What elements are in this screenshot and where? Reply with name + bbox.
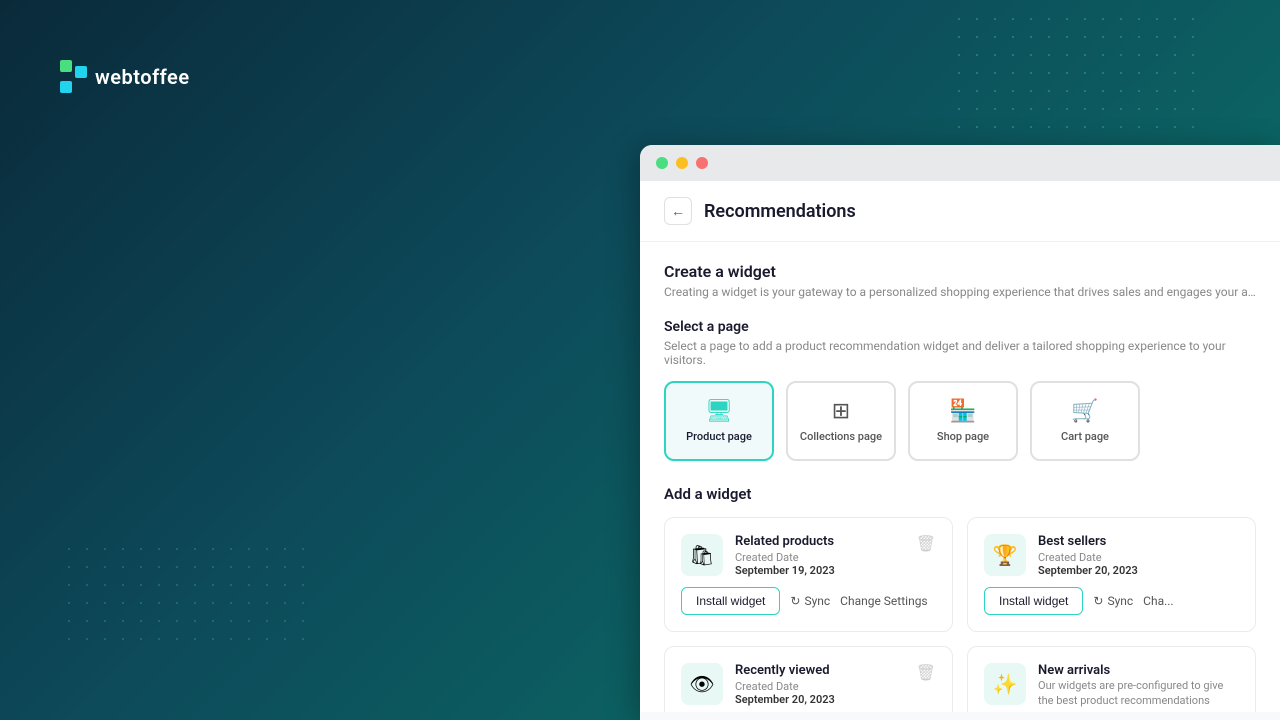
related-products-date-value: September 19, 2023 xyxy=(735,564,916,577)
cart-page-label: Cart page xyxy=(1061,430,1109,443)
recently-viewed-info: Recently viewed Created Date September 2… xyxy=(735,663,916,706)
related-products-settings-link[interactable]: Change Settings xyxy=(840,594,927,608)
related-products-actions: Install widget ↻ Sync Change Settings xyxy=(681,587,936,615)
logo-icon xyxy=(60,60,87,93)
widget-card-recently-viewed-header: 👁 Recently viewed Created Date September… xyxy=(681,663,936,706)
logo: webtoffee xyxy=(60,60,580,93)
new-arrivals-name: New arrivals xyxy=(1038,663,1239,678)
widget-card-new-arrivals: ✨ New arrivals Our widgets are pre-confi… xyxy=(967,646,1256,712)
left-panel: webtoffee xyxy=(0,0,640,720)
related-products-name: Related products xyxy=(735,534,916,549)
best-sellers-install-button[interactable]: Install widget xyxy=(984,587,1083,615)
best-sellers-icon: 🏆 xyxy=(984,534,1026,576)
dot-pattern-top xyxy=(950,10,1200,130)
related-products-sync-link[interactable]: ↻ Sync xyxy=(790,594,830,608)
browser-dot-red xyxy=(696,157,708,169)
logo-square-3 xyxy=(75,66,87,78)
page-option-shop[interactable]: 🏪 Shop page xyxy=(908,381,1018,461)
best-sellers-sync-link[interactable]: ↻ Sync xyxy=(1093,594,1133,608)
page-option-cart[interactable]: 🛒 Cart page xyxy=(1030,381,1140,461)
widget-card-best-sellers-header: 🏆 Best sellers Created Date September 20… xyxy=(984,534,1239,577)
product-page-label: Product page xyxy=(686,430,752,443)
collections-page-icon: ⊞ xyxy=(832,399,850,424)
select-page-section: Select a page Select a page to add a pro… xyxy=(664,319,1256,461)
sync-icon-2: ↻ xyxy=(1093,594,1103,608)
sync-icon: ↻ xyxy=(790,594,800,608)
create-widget-section: Create a widget Creating a widget is you… xyxy=(664,262,1256,299)
browser-dot-yellow xyxy=(676,157,688,169)
widget-grid: 🛍 Related products Created Date Septembe… xyxy=(664,517,1256,712)
app-content: ← Recommendations Create a widget Creati… xyxy=(640,181,1280,712)
recently-viewed-date-value: September 20, 2023 xyxy=(735,693,916,706)
page-options: 🖥 Product page ⊞ Collections page 🏪 Shop… xyxy=(664,381,1256,461)
cart-page-icon: 🛒 xyxy=(1071,399,1098,424)
new-arrivals-info: New arrivals Our widgets are pre-configu… xyxy=(1038,663,1239,709)
related-products-info: Related products Created Date September … xyxy=(735,534,916,577)
browser-window: ← Recommendations Create a widget Creati… xyxy=(640,145,1280,720)
recently-viewed-delete-button[interactable]: 🗑 xyxy=(916,663,936,683)
widget-card-related: 🛍 Related products Created Date Septembe… xyxy=(664,517,953,632)
related-products-install-button[interactable]: Install widget xyxy=(681,587,780,615)
browser-chrome xyxy=(640,145,1280,181)
widget-card-new-arrivals-header: ✨ New arrivals Our widgets are pre-confi… xyxy=(984,663,1239,709)
widget-card-recently-viewed: 👁 Recently viewed Created Date September… xyxy=(664,646,953,712)
widget-card-related-header: 🛍 Related products Created Date Septembe… xyxy=(681,534,936,577)
back-button[interactable]: ← xyxy=(664,197,692,225)
related-products-date-label: Created Date xyxy=(735,551,916,564)
recently-viewed-icon: 👁 xyxy=(681,663,723,705)
recently-viewed-date-label: Created Date xyxy=(735,680,916,693)
logo-square-2 xyxy=(60,81,72,93)
select-page-title: Select a page xyxy=(664,319,1256,335)
logo-text: webtoffee xyxy=(95,65,190,89)
app-header: ← Recommendations xyxy=(640,181,1280,242)
browser-dot-green xyxy=(656,157,668,169)
best-sellers-name: Best sellers xyxy=(1038,534,1239,549)
app-body: Create a widget Creating a widget is you… xyxy=(640,242,1280,712)
page-option-collections[interactable]: ⊞ Collections page xyxy=(786,381,896,461)
best-sellers-date-label: Created Date xyxy=(1038,551,1239,564)
widget-card-best-sellers: 🏆 Best sellers Created Date September 20… xyxy=(967,517,1256,632)
logo-square-1 xyxy=(60,60,72,72)
shop-page-icon: 🏪 xyxy=(949,399,976,424)
app-title: Recommendations xyxy=(704,201,856,222)
new-arrivals-desc: Our widgets are pre-configured to give t… xyxy=(1038,678,1239,709)
product-page-icon: 🖥 xyxy=(705,399,733,424)
create-widget-desc: Creating a widget is your gateway to a p… xyxy=(664,285,1256,299)
related-products-icon: 🛍 xyxy=(681,534,723,576)
best-sellers-date-value: September 20, 2023 xyxy=(1038,564,1239,577)
create-widget-title: Create a widget xyxy=(664,262,1256,281)
shop-page-label: Shop page xyxy=(937,430,989,443)
best-sellers-settings-link[interactable]: Cha... xyxy=(1143,594,1173,608)
best-sellers-actions: Install widget ↻ Sync Cha... xyxy=(984,587,1239,615)
best-sellers-info: Best sellers Created Date September 20, … xyxy=(1038,534,1239,577)
recently-viewed-name: Recently viewed xyxy=(735,663,916,678)
related-products-delete-button[interactable]: 🗑 xyxy=(916,534,936,554)
collections-page-label: Collections page xyxy=(800,430,882,443)
page-option-product[interactable]: 🖥 Product page xyxy=(664,381,774,461)
new-arrivals-icon: ✨ xyxy=(984,663,1026,705)
add-widget-title: Add a widget xyxy=(664,485,1256,503)
select-page-desc: Select a page to add a product recommend… xyxy=(664,339,1256,367)
